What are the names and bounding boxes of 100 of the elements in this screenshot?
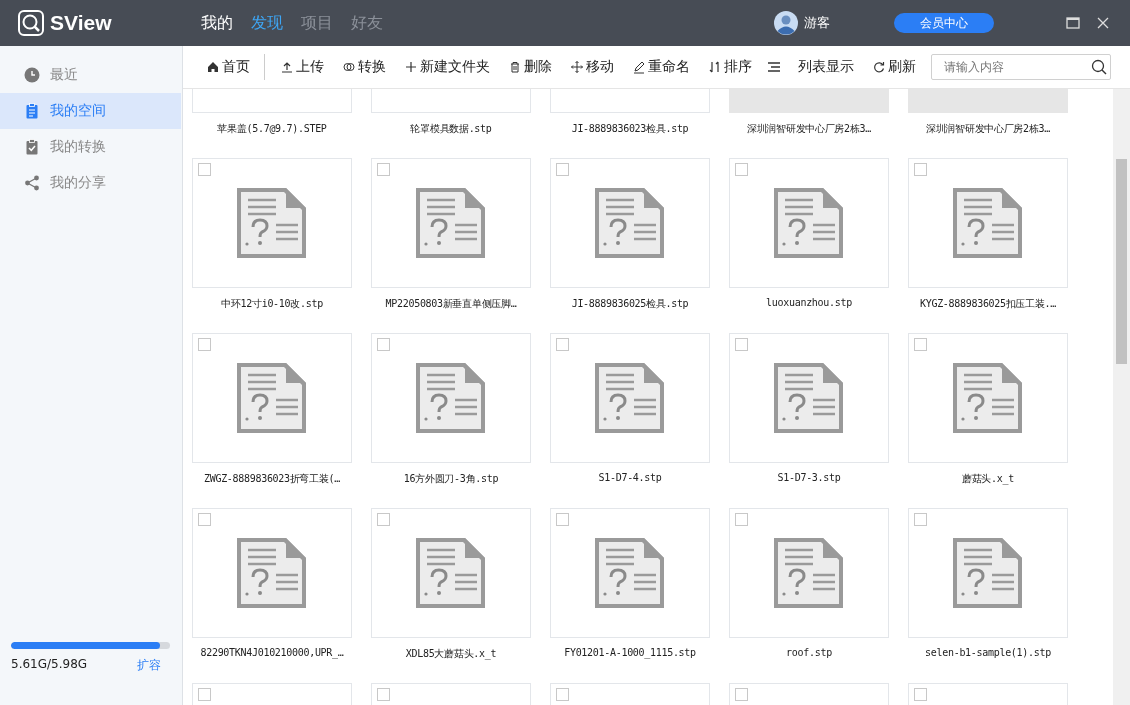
member-center-button[interactable]: 会员中心 <box>894 13 994 33</box>
share-icon <box>24 175 40 191</box>
file-thumbnail[interactable] <box>729 508 889 638</box>
avatar-icon[interactable] <box>774 11 798 35</box>
file-name: KYGZ-8889836025扣压工装.… <box>919 297 1057 311</box>
search-field[interactable]: 请输入内容 <box>931 54 1111 80</box>
file-thumbnail[interactable] <box>371 508 531 638</box>
checkbox[interactable] <box>735 163 748 176</box>
file-name: 中环12寸i0-10改.stp <box>221 297 323 311</box>
maximize-icon[interactable] <box>1066 16 1080 30</box>
file-thumbnail[interactable] <box>550 508 710 638</box>
search-icon[interactable] <box>1091 59 1107 75</box>
file-thumbnail[interactable] <box>550 333 710 463</box>
toolbar-button[interactable]: 刷新 <box>863 54 925 80</box>
file-thumbnail[interactable] <box>192 158 352 288</box>
unknown-file-icon <box>237 188 306 258</box>
unknown-file-icon <box>416 188 485 258</box>
unknown-file-icon <box>595 538 664 608</box>
sidebar-item[interactable]: 最近 <box>0 57 181 93</box>
nav-tab[interactable]: 我的 <box>201 12 233 34</box>
file-name: XDL85大蘑菇头.x_t <box>405 647 497 661</box>
checkbox[interactable] <box>198 163 211 176</box>
file-name: MP22050803新垂直单侧压脚… <box>385 297 517 311</box>
unknown-file-icon <box>774 188 843 258</box>
file-name: 轮罩模具数据.stp <box>410 122 492 136</box>
checkbox[interactable] <box>735 513 748 526</box>
file-thumbnail[interactable] <box>192 508 352 638</box>
checkbox[interactable] <box>556 338 569 351</box>
toolbar-button[interactable]: 删除 <box>499 54 561 80</box>
checkbox[interactable] <box>198 338 211 351</box>
checkbox[interactable] <box>377 688 390 701</box>
file-thumbnail[interactable] <box>550 158 710 288</box>
unknown-file-icon <box>237 363 306 433</box>
upload-icon <box>280 60 294 74</box>
toolbar-button[interactable]: 移动 <box>561 54 623 80</box>
convert-icon <box>342 60 356 74</box>
file-name: 16方外圆刀-3角.stp <box>403 472 499 486</box>
toolbar-button[interactable]: 列表显示 <box>789 54 863 80</box>
file-name: 深圳润智研发中心厂房2栋3… <box>926 122 1050 136</box>
scrollbar-thumb[interactable] <box>1116 159 1127 364</box>
checkbox[interactable] <box>377 163 390 176</box>
user-name[interactable]: 游客 <box>804 14 830 32</box>
file-name: S1-D7-3.stp <box>777 472 841 483</box>
file-name: 蘑菇头.x_t <box>962 472 1014 486</box>
checkbox[interactable] <box>377 338 390 351</box>
checkbox[interactable] <box>914 163 927 176</box>
unknown-file-icon <box>953 188 1022 258</box>
toolbar-button[interactable]: 排序 <box>699 54 761 80</box>
home-icon <box>206 60 220 74</box>
file-thumbnail[interactable] <box>729 333 889 463</box>
checkbox[interactable] <box>556 163 569 176</box>
checkbox[interactable] <box>735 688 748 701</box>
unknown-file-icon <box>774 538 843 608</box>
file-name: S1-D7-4.stp <box>598 472 662 483</box>
file-name: 苹果盖(5.7@9.7).STEP <box>217 122 327 136</box>
file-name: 深圳润智研发中心厂房2栋3… <box>747 122 871 136</box>
file-thumbnail[interactable] <box>371 333 531 463</box>
file-name: roof.stp <box>786 647 832 658</box>
file-thumbnail[interactable] <box>371 158 531 288</box>
app-logo-text: SView <box>50 11 112 35</box>
unknown-file-icon <box>595 363 664 433</box>
unknown-file-icon <box>953 363 1022 433</box>
file-name: FY01201-A-1000_1115.stp <box>564 647 696 658</box>
check-icon <box>24 139 40 155</box>
unknown-file-icon <box>416 538 485 608</box>
storage-usage: 5.61G/5.98G <box>11 657 88 673</box>
file-thumbnail[interactable] <box>908 158 1068 288</box>
file-thumbnail[interactable] <box>908 333 1068 463</box>
file-name: luoxuanzhou.stp <box>766 297 852 308</box>
unknown-file-icon <box>237 538 306 608</box>
file-thumbnail[interactable] <box>908 508 1068 638</box>
toolbar-button[interactable]: 上传 <box>271 54 333 80</box>
checkbox[interactable] <box>914 513 927 526</box>
toolbar-button[interactable]: 重命名 <box>623 54 699 80</box>
unknown-file-icon <box>953 538 1022 608</box>
file-name: 82290TKN4J010210000,UPR_… <box>200 647 344 658</box>
file-name: JI-8889836023检具.stp <box>571 122 689 136</box>
unknown-file-icon <box>595 188 664 258</box>
toolbar-button[interactable]: 转换 <box>333 54 395 80</box>
close-icon[interactable] <box>1096 16 1110 30</box>
clock-icon <box>24 67 40 83</box>
toolbar-button[interactable]: 首页 <box>197 54 265 80</box>
checkbox[interactable] <box>914 688 927 701</box>
checkbox[interactable] <box>556 513 569 526</box>
file-name: ZWGZ-8889836023折弯工装(… <box>203 472 341 486</box>
checkbox[interactable] <box>556 688 569 701</box>
toolbar-button[interactable]: 新建文件夹 <box>395 54 499 80</box>
expand-link[interactable]: 扩容 <box>137 657 161 674</box>
plus-icon <box>404 60 418 74</box>
file-name: JI-8889836025检具.stp <box>571 297 689 311</box>
checkbox[interactable] <box>377 513 390 526</box>
file-thumbnail[interactable] <box>729 158 889 288</box>
checkbox[interactable] <box>735 338 748 351</box>
file-thumbnail[interactable] <box>192 333 352 463</box>
checkbox[interactable] <box>914 338 927 351</box>
refresh-icon <box>872 60 886 74</box>
list-icon[interactable] <box>767 60 781 74</box>
pen-icon <box>632 60 646 74</box>
checkbox[interactable] <box>198 688 211 701</box>
checkbox[interactable] <box>198 513 211 526</box>
